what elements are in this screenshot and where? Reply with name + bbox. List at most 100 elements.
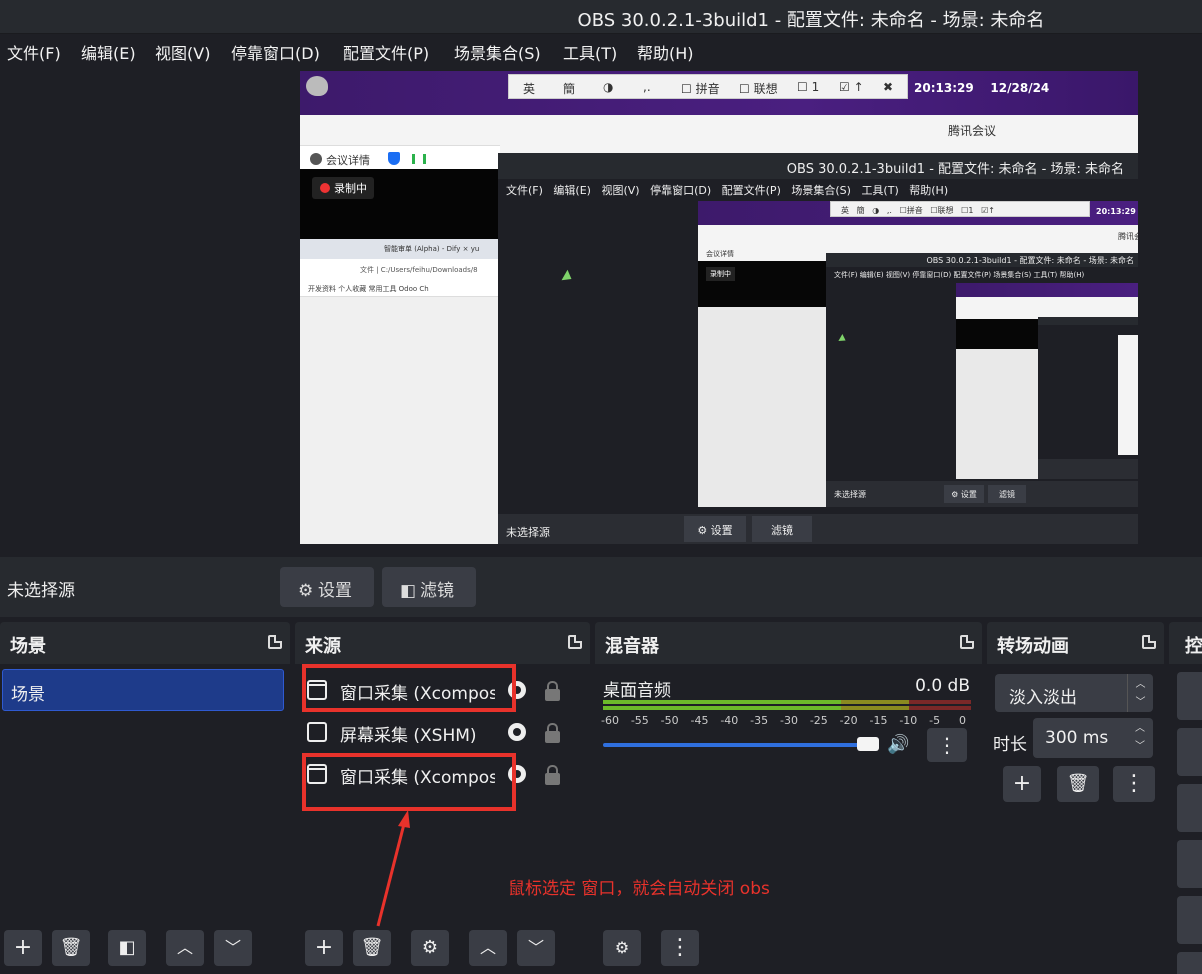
nested-video-2 [956,319,1040,349]
window-title: OBS 30.0.2.1-3build1 - 配置文件: 未命名 - 场景: 未… [577,10,1045,31]
mixer-menu-button[interactable]: ⋮ [927,728,967,762]
desktop-top-panel: 英 簡 ◑ ,. ☐ 拼音 ☐ 联想 ☐ 1 ☑ ↑ ✖ 20:13:29 12… [300,71,1138,115]
source-up-button[interactable]: ︿ [469,930,507,966]
arrow-head [398,810,410,828]
plus-icon: + [314,935,334,960]
settings-label: 设置 [318,581,352,601]
remove-transition-button[interactable]: 🗑 [1057,766,1099,802]
add-scene-button[interactable]: + [4,930,42,966]
nested-menu-item: 配置文件(P) [953,271,992,279]
plus-icon: + [1012,771,1032,796]
control-button[interactable] [1177,840,1202,888]
mixer-header: 混音器 [595,622,982,664]
volume-slider-track[interactable] [603,743,865,747]
controls-body [1169,664,1202,974]
source-item[interactable]: 屏幕采集 (XSHM) [303,711,587,753]
control-button[interactable] [1177,672,1202,720]
ime-lang: 英 [523,82,536,96]
add-source-button[interactable]: + [305,930,343,966]
filters-label: 滤镜 [420,581,454,601]
nested-menu-item: 停靠窗口(D) [650,184,712,197]
duration-spinbox[interactable]: 300 ms ︿ ﹀ [1033,718,1153,758]
mixer-settings-button[interactable]: ⚙ [603,930,641,966]
preview-canvas[interactable]: 英 簡 ◑ ,. ☐ 拼音 ☐ 联想 ☐ 1 ☑ ↑ ✖ 20:13:29 12… [300,71,1138,544]
menu-scene-collection[interactable]: 场景集合(S) [454,40,541,64]
eye-icon[interactable] [508,723,526,741]
settings-button[interactable]: ⚙ 设置 [280,567,374,607]
nested-menu-item: 视图(V) [885,271,911,279]
meter-tick-label: -5 [929,714,941,727]
menu-edit[interactable]: 编辑(E) [81,40,136,64]
duration-value: 300 ms [1045,728,1109,748]
meter-tick-label: -15 [869,714,888,727]
browser-window: 智能审单 (Alpha) - Dify × yu 文件 | C:/Users/f… [300,239,500,544]
menu-tools[interactable]: 工具(T) [563,40,617,64]
controls-dock: 控 [1169,622,1202,974]
mouse-cursor-icon [561,269,575,285]
chevron-up-icon: ︿ [176,938,193,957]
scene-up-button[interactable]: ︿ [166,930,204,966]
mixer-more-button[interactable]: ⋮ [661,930,699,966]
arrow-line [376,823,406,927]
source-properties-button[interactable]: ⚙ [411,930,449,966]
gear-icon: ⚙ [421,937,439,958]
lock-icon[interactable] [545,681,560,701]
scene-filters-button[interactable]: ◧ [108,930,146,966]
undock-icon[interactable] [960,635,974,649]
audio-meter-right [603,706,971,710]
mixer-dock: 混音器 桌面音频 0.0 dB -60 -55 -50 -45 -40 -35 -30 -25… [595,622,982,974]
ime-predict: ☐ 联想 [739,82,778,96]
remove-source-button[interactable]: 🗑 [353,930,391,966]
updown-arrow-icon: ︿ ﹀ [1127,674,1153,712]
transition-select[interactable]: 淡入淡出 ︿ ﹀ [995,674,1153,712]
add-transition-button[interactable]: + [1003,766,1041,802]
nested-no-source-2: 未选择源 [834,490,866,499]
ime-tools-icon: ✖ [883,80,894,94]
transitions-dock: 转场动画 淡入淡出 ︿ ﹀ 时长 300 ms ︿ ﹀ + 🗑 ⋮ [987,622,1164,974]
undock-icon[interactable] [1142,635,1156,649]
control-button[interactable] [1177,784,1202,832]
scene-down-button[interactable]: ﹀ [214,930,252,966]
control-button[interactable] [1177,896,1202,944]
nested-settings: ⚙ 设置 [684,516,746,542]
ime-halfwidth: ◑ [603,80,614,94]
scenes-list: 场景 + 🗑 ◧ ︿ ﹀ [0,664,290,974]
ime-one: ☐ 1 [797,80,820,94]
filter-icon: ◧ [400,581,417,601]
speaker-icon[interactable]: 🔊 [887,734,909,755]
lock-icon[interactable] [545,765,560,785]
menu-view[interactable]: 视图(V) [155,40,210,64]
transition-menu-button[interactable]: ⋮ [1113,766,1155,802]
undock-icon[interactable] [268,635,282,649]
mouse-cursor-icon [838,334,848,344]
nested-menu-item: 编辑(E) [553,184,591,197]
bird-logo-icon [306,76,328,96]
source-down-button[interactable]: ﹀ [517,930,555,966]
nested-menu-item: 场景集合(S) [791,184,851,197]
undock-icon[interactable] [568,635,582,649]
menu-docks[interactable]: 停靠窗口(D) [231,40,320,64]
control-button[interactable] [1177,952,1202,974]
control-button[interactable] [1177,728,1202,776]
plus-icon: + [13,935,33,960]
nested-title: OBS 30.0.2.1-3build1 - 配置文件: 未命名 - 场景: 未… [498,153,1138,179]
source-toolbar: 未选择源 ⚙ 设置 ◧ 滤镜 [0,557,1202,617]
menu-help[interactable]: 帮助(H) [637,40,694,64]
filters-button[interactable]: ◧ 滤镜 [382,567,476,607]
scene-item[interactable]: 场景 [2,669,284,711]
remove-scene-button[interactable]: 🗑 [52,930,90,966]
menu-profile[interactable]: 配置文件(P) [343,40,429,64]
duration-label: 时长 [993,735,1027,755]
nested-menu-item: 场景集合(S) [993,271,1032,279]
meter-tick-label: -30 [780,714,798,727]
browser-tabs: 智能审单 (Alpha) - Dify × yu [300,239,500,259]
volume-slider-handle[interactable] [857,737,879,751]
ime-punct: ,. [643,80,651,94]
nested-menu-item: 帮助(H) [1059,271,1085,279]
meter-tick-label: -35 [750,714,769,727]
lock-icon[interactable] [545,723,560,743]
meeting-details: 会议详情 [326,154,370,167]
info-icon [310,153,322,165]
nested-menu-item: 工具(T) [861,184,899,197]
menu-file[interactable]: 文件(F) [7,40,61,64]
